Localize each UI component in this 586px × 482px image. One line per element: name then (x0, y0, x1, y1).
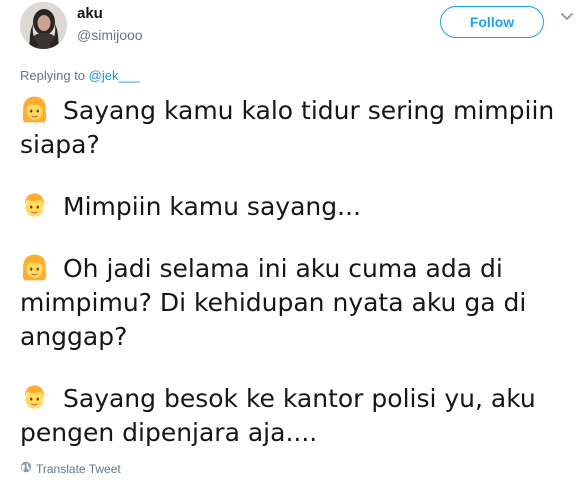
tweet-paragraph: Sayang besok ke kantor polisi yu, aku pe… (20, 382, 580, 450)
tweet-paragraph-text: Oh jadi selama ini aku cuma ada di mimpi… (20, 254, 527, 351)
translate-label: Translate Tweet (36, 461, 121, 476)
translate-tweet-link[interactable]: Translate Tweet (20, 461, 121, 476)
tweet-paragraph: Sayang kamu kalo tidur sering mimpiin si… (20, 94, 580, 162)
replying-to: Replying to @jek___ (20, 68, 140, 83)
tweet-text: Sayang kamu kalo tidur sering mimpiin si… (20, 94, 580, 450)
girl-emoji-icon (20, 95, 49, 124)
user-handle[interactable]: @simijooo (77, 27, 143, 43)
chevron-down-icon[interactable] (558, 10, 576, 24)
globe-icon (20, 461, 32, 476)
boy-emoji-icon (20, 191, 49, 220)
tweet-paragraph-text: Sayang besok ke kantor polisi yu, aku pe… (20, 384, 536, 447)
tweet-paragraph-text: Mimpiin kamu sayang... (63, 192, 361, 221)
tweet-paragraph-text: Sayang kamu kalo tidur sering mimpiin si… (20, 96, 555, 159)
girl-emoji-icon (20, 253, 49, 282)
tweet-paragraph: Oh jadi selama ini aku cuma ada di mimpi… (20, 252, 580, 354)
follow-button[interactable]: Follow (440, 6, 544, 38)
tweet-paragraph: Mimpiin kamu sayang... (20, 190, 580, 224)
mention-link[interactable]: @jek___ (89, 68, 141, 83)
replying-to-label: Replying to (20, 68, 89, 83)
display-name[interactable]: aku (77, 5, 103, 22)
avatar[interactable] (20, 2, 67, 49)
boy-emoji-icon (20, 383, 49, 412)
